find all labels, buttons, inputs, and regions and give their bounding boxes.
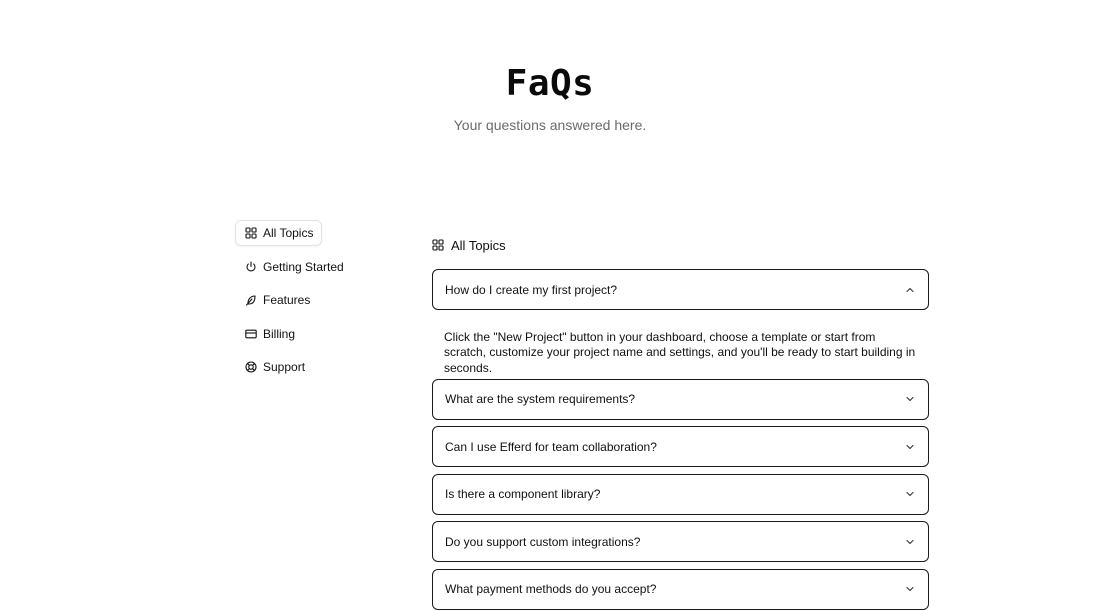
- page-subtitle: Your questions answered here.: [453, 117, 647, 133]
- topics-sidebar: All Topics Getting Started Features Bill…: [235, 220, 395, 388]
- faq-page: FaQs Your questions answered here. All T…: [0, 0, 1100, 611]
- faq-question-text: Can I use Efferd for team collaboration?: [445, 439, 657, 454]
- grid-icon: [245, 227, 257, 239]
- chevron-up-icon: [905, 285, 915, 295]
- faq-question-text: Is there a component library?: [445, 487, 601, 501]
- chevron-down-icon: [905, 584, 915, 594]
- faq-question-create-project[interactable]: How do I create my first project?: [432, 269, 929, 310]
- faq-question-team-collaboration[interactable]: Can I use Efferd for team collaboration?: [432, 426, 929, 467]
- section-heading-label: All Topics: [451, 237, 506, 253]
- chevron-down-icon: [905, 489, 915, 499]
- chevron-down-icon: [905, 394, 915, 404]
- faq-question-text: Do you support custom integrations?: [445, 534, 641, 549]
- sidebar-item-label: All Topics: [263, 226, 314, 240]
- faq-question-text: What are the system requirements?: [445, 392, 636, 406]
- faq-question-text: How do I create my first project?: [445, 282, 618, 297]
- faq-main: All Topics How do I create my first proj…: [432, 236, 929, 611]
- sidebar-item-label: Features: [263, 293, 311, 308]
- power-icon: [245, 261, 257, 273]
- faq-question-text: What payment methods do you accept?: [445, 582, 657, 596]
- faq-question-payment-methods[interactable]: What payment methods do you accept?: [432, 568, 929, 610]
- chevron-down-icon: [905, 442, 915, 452]
- feather-icon: [245, 294, 257, 306]
- credit-card-icon: [245, 328, 257, 340]
- section-heading: All Topics: [432, 236, 929, 254]
- page-title: FaQs: [505, 63, 595, 104]
- sidebar-item-billing[interactable]: Billing: [235, 321, 304, 347]
- sidebar-item-all-topics[interactable]: All Topics: [235, 220, 323, 246]
- sidebar-item-label: Getting Started: [263, 259, 344, 274]
- sidebar-item-features[interactable]: Features: [235, 287, 319, 313]
- faq-question-system-requirements[interactable]: What are the system requirements?: [432, 378, 929, 420]
- faq-question-custom-integrations[interactable]: Do you support custom integrations?: [432, 521, 929, 562]
- chevron-down-icon: [905, 537, 915, 547]
- grid-icon: [432, 239, 444, 251]
- sidebar-item-label: Support: [263, 360, 306, 375]
- faq-answer: Click the "New Project" button in your d…: [444, 329, 916, 375]
- sidebar-item-label: Billing: [263, 326, 296, 341]
- sidebar-item-getting-started[interactable]: Getting Started: [235, 254, 353, 280]
- life-buoy-icon: [245, 361, 257, 373]
- sidebar-item-support[interactable]: Support: [235, 354, 314, 380]
- faq-question-component-library[interactable]: Is there a component library?: [432, 473, 929, 515]
